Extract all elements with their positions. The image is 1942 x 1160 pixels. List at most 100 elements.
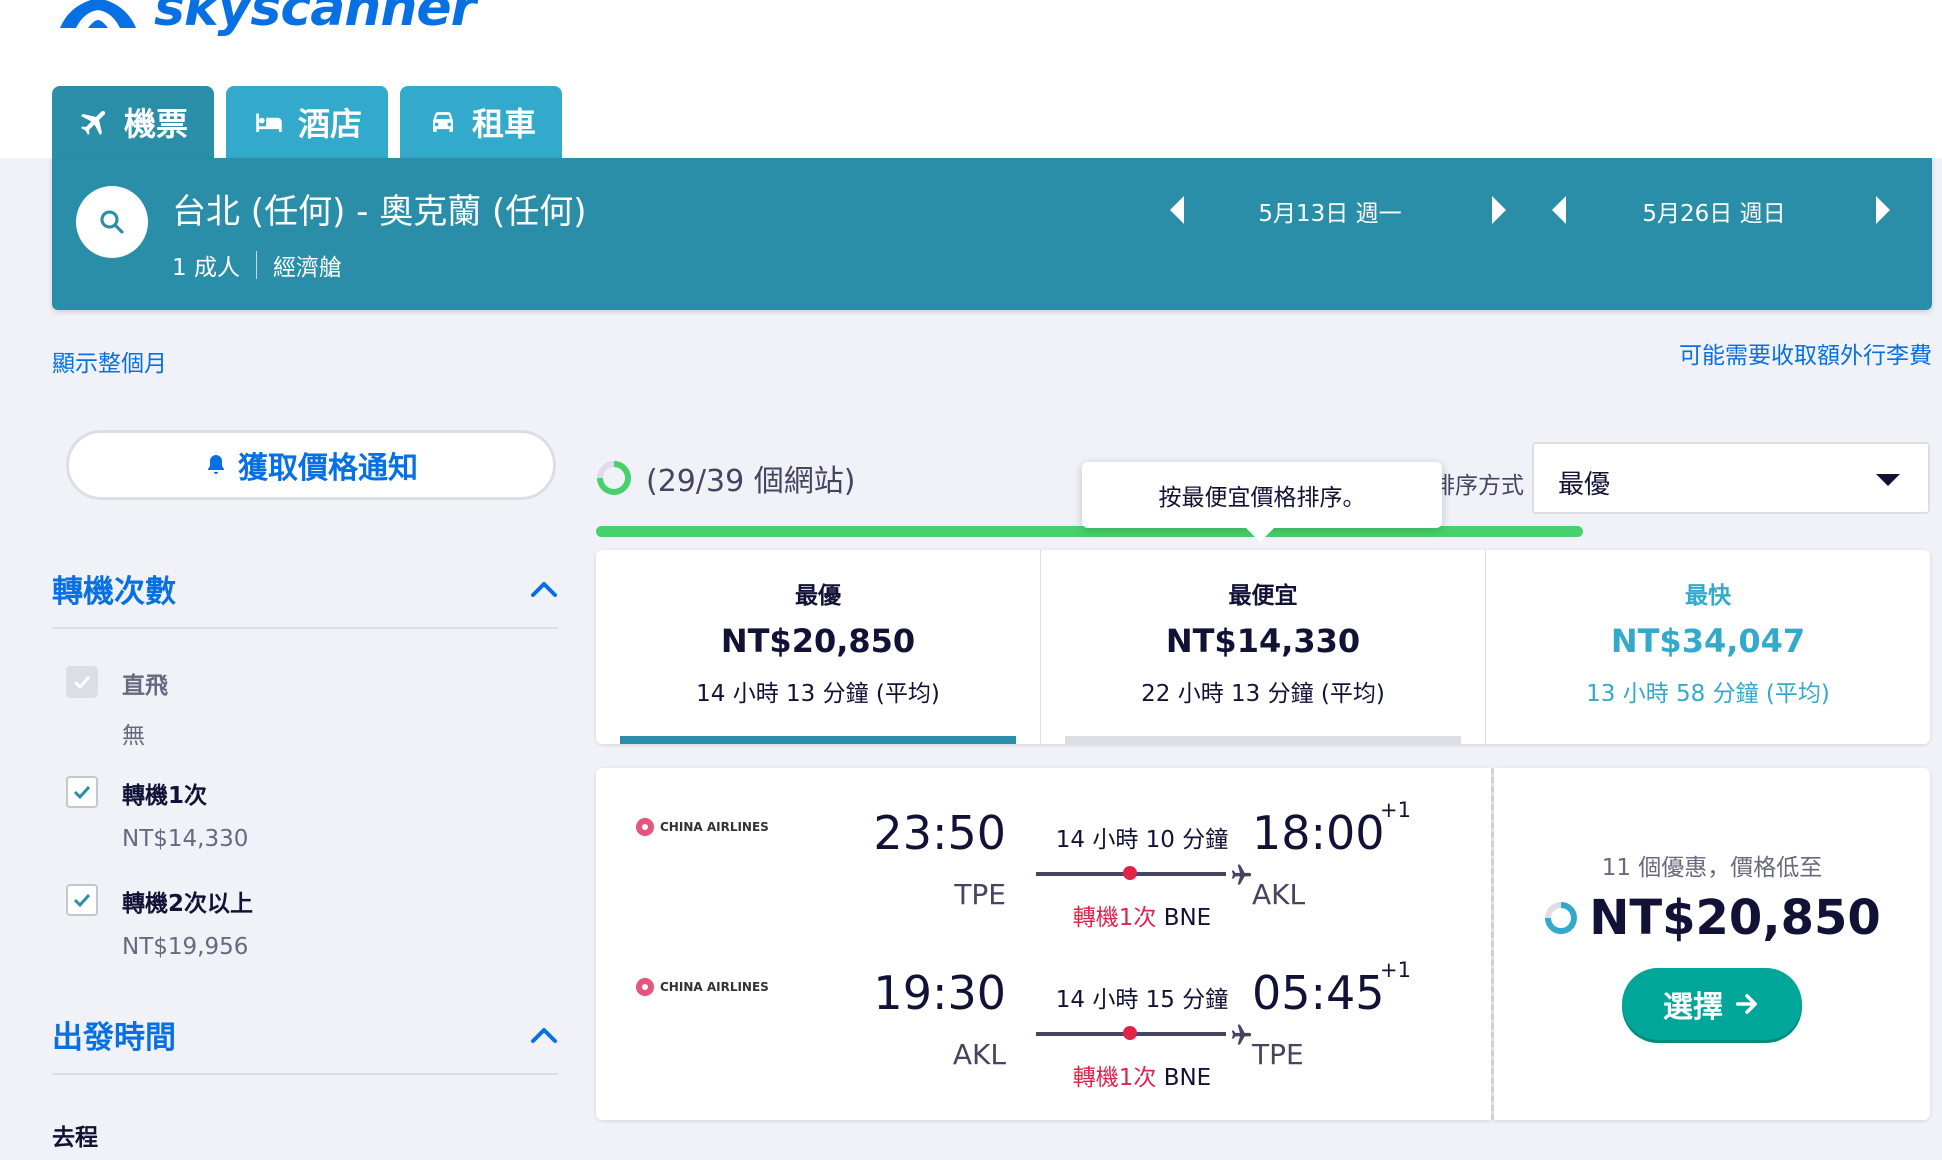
passenger-cabin-info[interactable]: 1 成人 經濟艙 [172, 248, 342, 282]
departure-airport: TPE [954, 878, 1006, 911]
tab-label: 機票 [124, 105, 189, 143]
filter-option-one-stop[interactable]: 轉機1次 NT$14,330 [66, 776, 248, 852]
depart-date-next-icon[interactable] [1492, 196, 1506, 224]
stop-count: 轉機1次 [1072, 905, 1157, 931]
tab-label: 租車 [472, 105, 537, 143]
tab-label: 酒店 [298, 105, 363, 143]
one-stop-checkbox[interactable] [66, 776, 98, 808]
arrival-airport: AKL [1252, 878, 1306, 911]
bell-icon [208, 455, 224, 474]
select-button[interactable]: 選擇 [1622, 968, 1802, 1040]
route-text[interactable]: 台北 (任何) - 奧克蘭 (任何) [172, 184, 587, 233]
outbound-label: 去程 [52, 1125, 98, 1151]
loading-spinner-icon [1545, 902, 1578, 934]
check-icon [73, 785, 91, 800]
two-plus-stops-price: NT$19,956 [122, 934, 249, 960]
search-summary-bar[interactable]: 台北 (任何) - 奧克蘭 (任何) 1 成人 經濟艙 5月13日 週一 5月2… [52, 158, 1932, 310]
depart-date-prev-icon[interactable] [1170, 196, 1184, 224]
price-row: NT$20,850 [1543, 890, 1881, 946]
loading-spinner-icon [597, 461, 631, 495]
tab-car-hire[interactable]: 租車 [400, 86, 563, 158]
plane-icon [1231, 1024, 1251, 1045]
sort-tab-price: NT$34,047 [1610, 622, 1806, 660]
show-whole-month-link[interactable]: 顯示整個月 [52, 344, 167, 378]
stops-filter-header[interactable]: 轉機次數 [52, 566, 558, 629]
arrow-right-icon [1735, 994, 1757, 1014]
hover-tab-indicator [1065, 736, 1461, 744]
airline-name: CHINA AIRLINES [660, 820, 769, 834]
stop-airport: BNE [1163, 1065, 1212, 1091]
caret-down-icon [1876, 474, 1900, 486]
sort-tab-cheapest[interactable]: 最便宜 NT$14,330 22 小時 13 分鐘 (平均) [1040, 550, 1485, 744]
sort-tab-price: NT$14,330 [1165, 622, 1361, 660]
depart-date[interactable]: 5月13日 週一 [1230, 194, 1430, 228]
lowest-price: NT$20,850 [1589, 890, 1881, 946]
filter-option-direct[interactable]: 直飛 無 [66, 666, 168, 750]
tab-indicator [1510, 736, 1906, 744]
chevron-up-icon[interactable] [530, 580, 558, 598]
tab-hotels[interactable]: 酒店 [226, 86, 389, 158]
flight-result-card[interactable]: CHINA AIRLINES 23:50 TPE 14 小時 10 分鐘 轉機1… [596, 768, 1930, 1120]
two-plus-stops-checkbox[interactable] [66, 884, 98, 916]
bed-icon [256, 113, 282, 132]
direct-label: 直飛 [122, 673, 168, 699]
china-airlines-logo: CHINA AIRLINES [634, 976, 769, 998]
plum-blossom-icon [636, 978, 654, 996]
departure-airport: AKL [952, 1038, 1006, 1071]
deals-count-text: 11 個優惠，價格低至 [1601, 855, 1823, 881]
sort-tab-duration: 22 小時 13 分鐘 (平均) [1141, 681, 1385, 707]
chevron-up-icon[interactable] [530, 1026, 558, 1044]
search-icon [100, 210, 124, 234]
return-date[interactable]: 5月26日 週日 [1614, 194, 1814, 228]
search-progress: (29/39 個網站) [596, 456, 855, 500]
check-icon [73, 675, 91, 690]
stop-dot [1123, 866, 1137, 880]
separator [255, 251, 257, 279]
outbound-leg: CHINA AIRLINES 23:50 TPE 14 小時 10 分鐘 轉機1… [596, 778, 1491, 931]
price-alert-label: 獲取價格通知 [238, 451, 418, 486]
skyscanner-logo[interactable]: skyscanner [50, 0, 476, 38]
sort-tab-duration: 13 小時 58 分鐘 (平均) [1586, 681, 1830, 707]
sort-tab-duration: 14 小時 13 分鐘 (平均) [696, 681, 940, 707]
sort-dropdown[interactable]: 最優 [1532, 442, 1930, 514]
china-airlines-logo: CHINA AIRLINES [634, 816, 769, 838]
return-date-prev-icon[interactable] [1552, 196, 1566, 224]
direct-checkbox[interactable] [66, 666, 98, 698]
filter-option-two-plus-stops[interactable]: 轉機2次以上 NT$19,956 [66, 884, 253, 960]
select-button-label: 選擇 [1663, 990, 1723, 1025]
flight-duration: 14 小時 15 分鐘 [1055, 987, 1229, 1013]
two-plus-stops-label: 轉機2次以上 [122, 891, 254, 917]
search-button[interactable] [76, 186, 148, 258]
sort-tab-best[interactable]: 最優 NT$20,850 14 小時 13 分鐘 (平均) [596, 550, 1040, 744]
sort-tab-title: 最快 [1685, 583, 1731, 609]
stops-filter-title: 轉機次數 [52, 574, 176, 610]
sort-tab-fastest[interactable]: 最快 NT$34,047 13 小時 58 分鐘 (平均) [1485, 550, 1930, 744]
plane-icon [80, 110, 106, 136]
stops-info: 轉機1次 BNE [1042, 1058, 1242, 1092]
active-tab-indicator [620, 736, 1016, 744]
stops-info: 轉機1次 BNE [1042, 898, 1242, 932]
arrival-day-offset: +1 [1380, 958, 1411, 982]
sort-tab-title: 最優 [795, 583, 841, 609]
check-icon [73, 893, 91, 908]
tab-flights[interactable]: 機票 [52, 86, 215, 158]
one-stop-label: 轉機1次 [122, 783, 208, 809]
arrival-time: 05:45 [1252, 966, 1385, 1020]
return-date-next-icon[interactable] [1876, 196, 1890, 224]
sort-tab-price: NT$20,850 [720, 622, 916, 660]
flight-legs[interactable]: CHINA AIRLINES 23:50 TPE 14 小時 10 分鐘 轉機1… [596, 768, 1491, 1120]
baggage-fees-link[interactable]: 可能需要收取額外行李費 [1679, 336, 1932, 370]
sort-tabs: 最優 NT$20,850 14 小時 13 分鐘 (平均) 最便宜 NT$14,… [596, 550, 1930, 744]
price-panel: 11 個優惠，價格低至 NT$20,850 選擇 [1494, 768, 1930, 1120]
departure-time: 23:50 [873, 806, 1006, 860]
product-tabs: 機票 酒店 租車 [52, 86, 563, 158]
sort-tab-title: 最便宜 [1228, 583, 1298, 609]
departure-time-filter-title: 出發時間 [52, 1020, 176, 1056]
price-alert-button[interactable]: 獲取價格通知 [66, 430, 556, 500]
departure-time-filter-header[interactable]: 出發時間 [52, 1012, 558, 1075]
plane-icon [1231, 864, 1251, 885]
departure-time: 19:30 [873, 966, 1006, 1020]
cabin-class: 經濟艙 [272, 255, 342, 281]
brand-name: skyscanner [154, 0, 476, 38]
arrival-day-offset: +1 [1380, 798, 1411, 822]
